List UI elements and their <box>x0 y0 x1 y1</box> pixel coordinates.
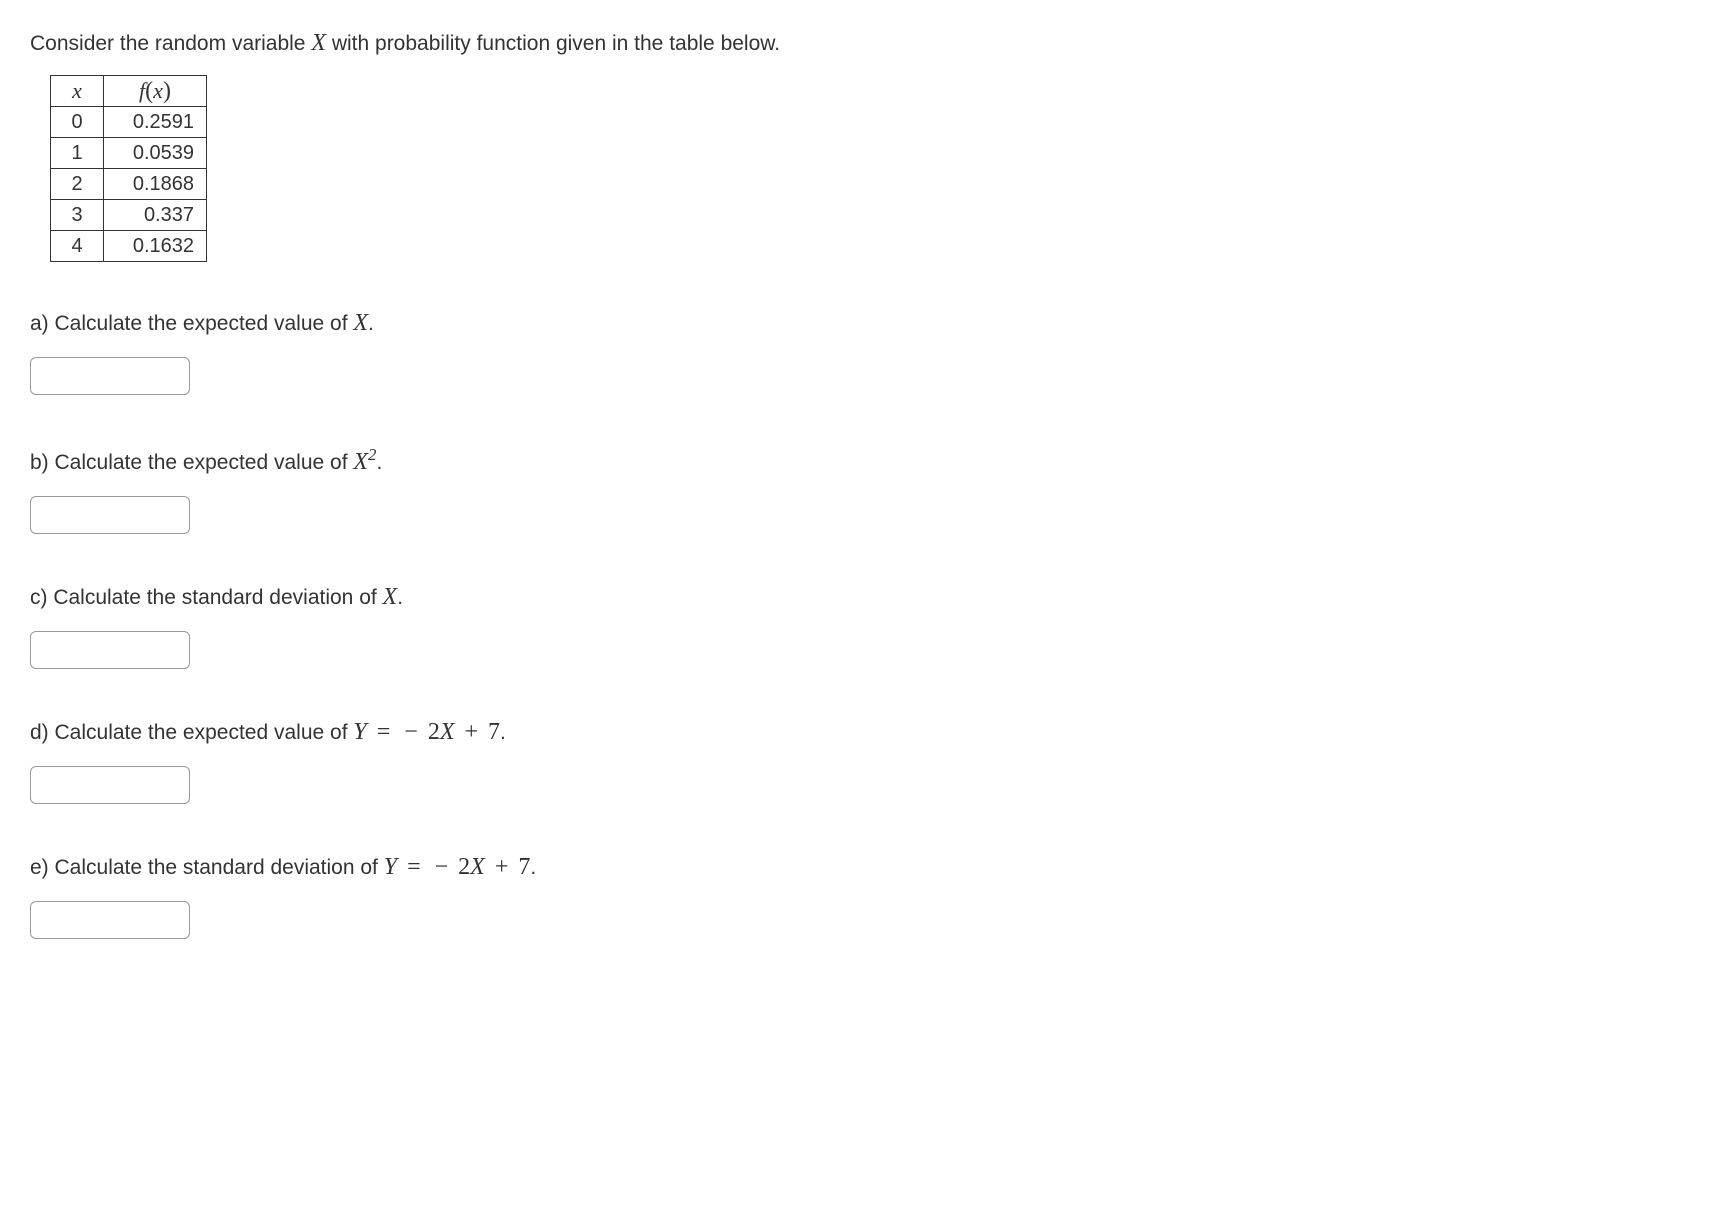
question-c-label: c) Calculate the standard deviation of <box>30 586 383 609</box>
table-cell-fx: 0.1868 <box>104 169 207 200</box>
table-cell-x: 2 <box>51 169 104 200</box>
table-row: 0 0.2591 <box>51 107 207 138</box>
table-cell-fx: 0.0539 <box>104 138 207 169</box>
question-a-label: a) Calculate the expected value of <box>30 312 353 335</box>
header-fx: f(x) <box>104 76 207 107</box>
table-row: 4 0.1632 <box>51 231 207 262</box>
question-d-suffix: . <box>500 721 506 744</box>
question-b-var: X2 <box>353 449 376 475</box>
table-cell-x: 1 <box>51 138 104 169</box>
table-row: 3 0.337 <box>51 200 207 231</box>
table-cell-x: 4 <box>51 231 104 262</box>
answer-input-d[interactable] <box>30 766 190 804</box>
question-e-expr: Y = − 2X + 7 <box>384 854 531 880</box>
question-c-suffix: . <box>397 586 403 609</box>
question-a-suffix: . <box>368 312 374 335</box>
answer-input-c[interactable] <box>30 631 190 669</box>
table-cell-fx: 0.337 <box>104 200 207 231</box>
question-d-expr: Y = − 2X + 7 <box>353 719 500 745</box>
question-e-label: e) Calculate the standard deviation of <box>30 856 384 879</box>
header-x: x <box>51 76 104 107</box>
intro-text: Consider the random variable X with prob… <box>30 30 1700 57</box>
table-cell-x: 3 <box>51 200 104 231</box>
table-row: 2 0.1868 <box>51 169 207 200</box>
question-a: a) Calculate the expected value of X. <box>30 310 1700 337</box>
intro-prefix: Consider the random variable <box>30 32 311 55</box>
question-c: c) Calculate the standard deviation of X… <box>30 584 1700 611</box>
question-b-label: b) Calculate the expected value of <box>30 451 353 474</box>
question-b-suffix: . <box>376 451 382 474</box>
intro-var-x: X <box>311 30 326 56</box>
intro-suffix: with probability function given in the t… <box>326 32 780 55</box>
table-cell-fx: 0.1632 <box>104 231 207 262</box>
question-b: b) Calculate the expected value of X2. <box>30 445 1700 476</box>
question-d: d) Calculate the expected value of Y = −… <box>30 719 1700 746</box>
question-a-var: X <box>353 310 368 336</box>
question-c-var: X <box>383 584 398 610</box>
answer-input-e[interactable] <box>30 901 190 939</box>
table-row: 1 0.0539 <box>51 138 207 169</box>
question-e: e) Calculate the standard deviation of Y… <box>30 854 1700 881</box>
answer-input-a[interactable] <box>30 357 190 395</box>
question-e-suffix: . <box>530 856 536 879</box>
answer-input-b[interactable] <box>30 496 190 534</box>
probability-table: x f(x) 0 0.2591 1 0.0539 2 0.1868 3 0.33… <box>50 75 207 262</box>
table-header-row: x f(x) <box>51 76 207 107</box>
question-d-label: d) Calculate the expected value of <box>30 721 353 744</box>
table-cell-fx: 0.2591 <box>104 107 207 138</box>
table-cell-x: 0 <box>51 107 104 138</box>
